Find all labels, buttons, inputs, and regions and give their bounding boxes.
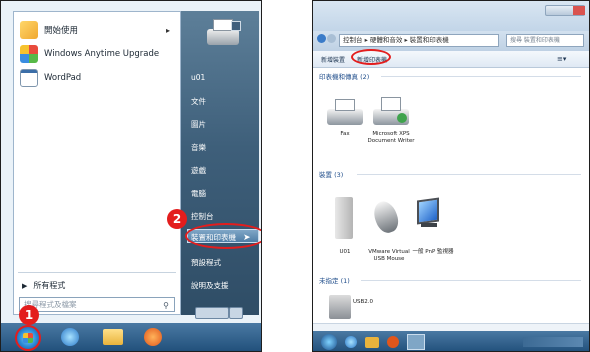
media-player-icon[interactable] <box>387 336 399 348</box>
start-item-user[interactable]: u01 <box>191 73 205 82</box>
divider <box>357 174 581 175</box>
close-button[interactable] <box>573 6 585 15</box>
fax-printer-icon[interactable] <box>327 99 363 127</box>
program-label: 開始使用 <box>44 26 79 36</box>
windows-logo-icon <box>23 333 33 343</box>
section-printers-faxes[interactable]: 印表機和傳真 (2) <box>319 71 369 81</box>
devices-printers-icon <box>201 15 245 51</box>
start-search-input[interactable]: 搜尋程式及檔案 ⚲ <box>19 297 175 312</box>
file-explorer-icon[interactable] <box>103 329 123 345</box>
computer-tower-icon[interactable] <box>335 197 353 239</box>
step-2-badge: 2 <box>167 209 187 229</box>
file-explorer-icon[interactable] <box>365 337 379 348</box>
forward-button[interactable] <box>327 34 336 43</box>
divider <box>361 280 581 281</box>
windows-upgrade-icon <box>20 45 38 63</box>
devices-printers-window: 控制台 ▸ 硬體和音效 ▸ 裝置和印表機 搜尋 裝置和印表機 新增裝置 新增印表… <box>312 0 590 352</box>
program-windows-anytime-upgrade[interactable]: Windows Anytime Upgrade <box>14 42 180 66</box>
monitor-label: 一般 PnP 監視器 <box>412 249 454 255</box>
mouse-device-icon[interactable] <box>370 198 402 236</box>
address-input[interactable]: 控制台 ▸ 硬體和音效 ▸ 裝置和印表機 <box>339 34 499 47</box>
program-label: Windows Anytime Upgrade <box>44 49 160 59</box>
system-tray[interactable] <box>523 337 583 347</box>
play-arrow-icon: ▶ <box>22 281 28 290</box>
all-programs-button[interactable]: ▶ 所有程式 <box>22 280 65 291</box>
start-item-control-panel[interactable]: 控制台 <box>191 211 214 222</box>
shutdown-options-button[interactable] <box>229 307 243 319</box>
getting-started-icon <box>20 21 38 39</box>
start-item-documents[interactable]: 文件 <box>191 96 206 107</box>
highlight-ring <box>185 223 261 249</box>
xps-writer-icon[interactable] <box>373 97 409 127</box>
program-label: WordPad <box>44 73 82 83</box>
monitor-icon[interactable] <box>417 197 443 229</box>
view-options-icon[interactable]: ≡▾ <box>557 55 566 63</box>
usb-device-icon[interactable] <box>329 295 351 319</box>
start-menu-right-pane <box>181 11 259 315</box>
window-search-input[interactable]: 搜尋 裝置和印表機 <box>506 34 584 47</box>
start-button[interactable] <box>321 334 337 350</box>
all-programs-label: 所有程式 <box>33 281 66 290</box>
media-player-icon[interactable] <box>144 328 162 346</box>
mouse-label: VMware Virtual USB Mouse <box>368 249 410 262</box>
computer-label: U01 <box>339 249 351 255</box>
program-getting-started[interactable]: 開始使用 ▸ <box>14 18 180 42</box>
start-item-games[interactable]: 遊戲 <box>191 165 206 176</box>
usb-device-label: USB2.0 <box>353 299 374 305</box>
divider <box>18 272 176 273</box>
section-unspecified[interactable]: 未指定 (1) <box>319 275 350 285</box>
start-menu-programs-pane: 開始使用 ▸ Windows Anytime Upgrade WordPad ▶… <box>13 11 181 315</box>
active-window-button[interactable] <box>407 334 425 350</box>
internet-explorer-icon[interactable] <box>345 336 357 348</box>
divider <box>381 76 581 77</box>
search-icon: ⚲ <box>163 301 169 310</box>
pinned-programs-list: 開始使用 ▸ Windows Anytime Upgrade WordPad <box>14 18 180 90</box>
window-controls[interactable] <box>545 5 585 16</box>
highlight-ring-add-printer <box>351 49 391 65</box>
start-item-help-support[interactable]: 說明及支援 <box>191 280 229 291</box>
gutter <box>262 0 312 352</box>
shutdown-button[interactable] <box>195 307 229 319</box>
program-wordpad[interactable]: WordPad <box>14 66 180 90</box>
xps-writer-label: Microsoft XPS Document Writer <box>367 131 415 144</box>
start-item-music[interactable]: 音樂 <box>191 142 206 153</box>
submenu-arrow-icon: ▸ <box>165 25 170 35</box>
step-1-badge: 1 <box>19 305 39 325</box>
wordpad-icon <box>20 69 38 87</box>
internet-explorer-icon[interactable] <box>61 328 79 346</box>
back-button[interactable] <box>317 34 326 43</box>
start-item-default-programs[interactable]: 預設程式 <box>191 257 221 268</box>
start-item-computer[interactable]: 電腦 <box>191 188 206 199</box>
add-device-button[interactable]: 新增裝置 <box>321 55 345 64</box>
section-devices[interactable]: 裝置 (3) <box>319 169 343 179</box>
start-item-pictures[interactable]: 圖片 <box>191 119 206 130</box>
start-button[interactable] <box>15 325 41 351</box>
start-menu-screenshot: 開始使用 ▸ Windows Anytime Upgrade WordPad ▶… <box>0 0 262 352</box>
fax-label: Fax <box>340 131 350 137</box>
